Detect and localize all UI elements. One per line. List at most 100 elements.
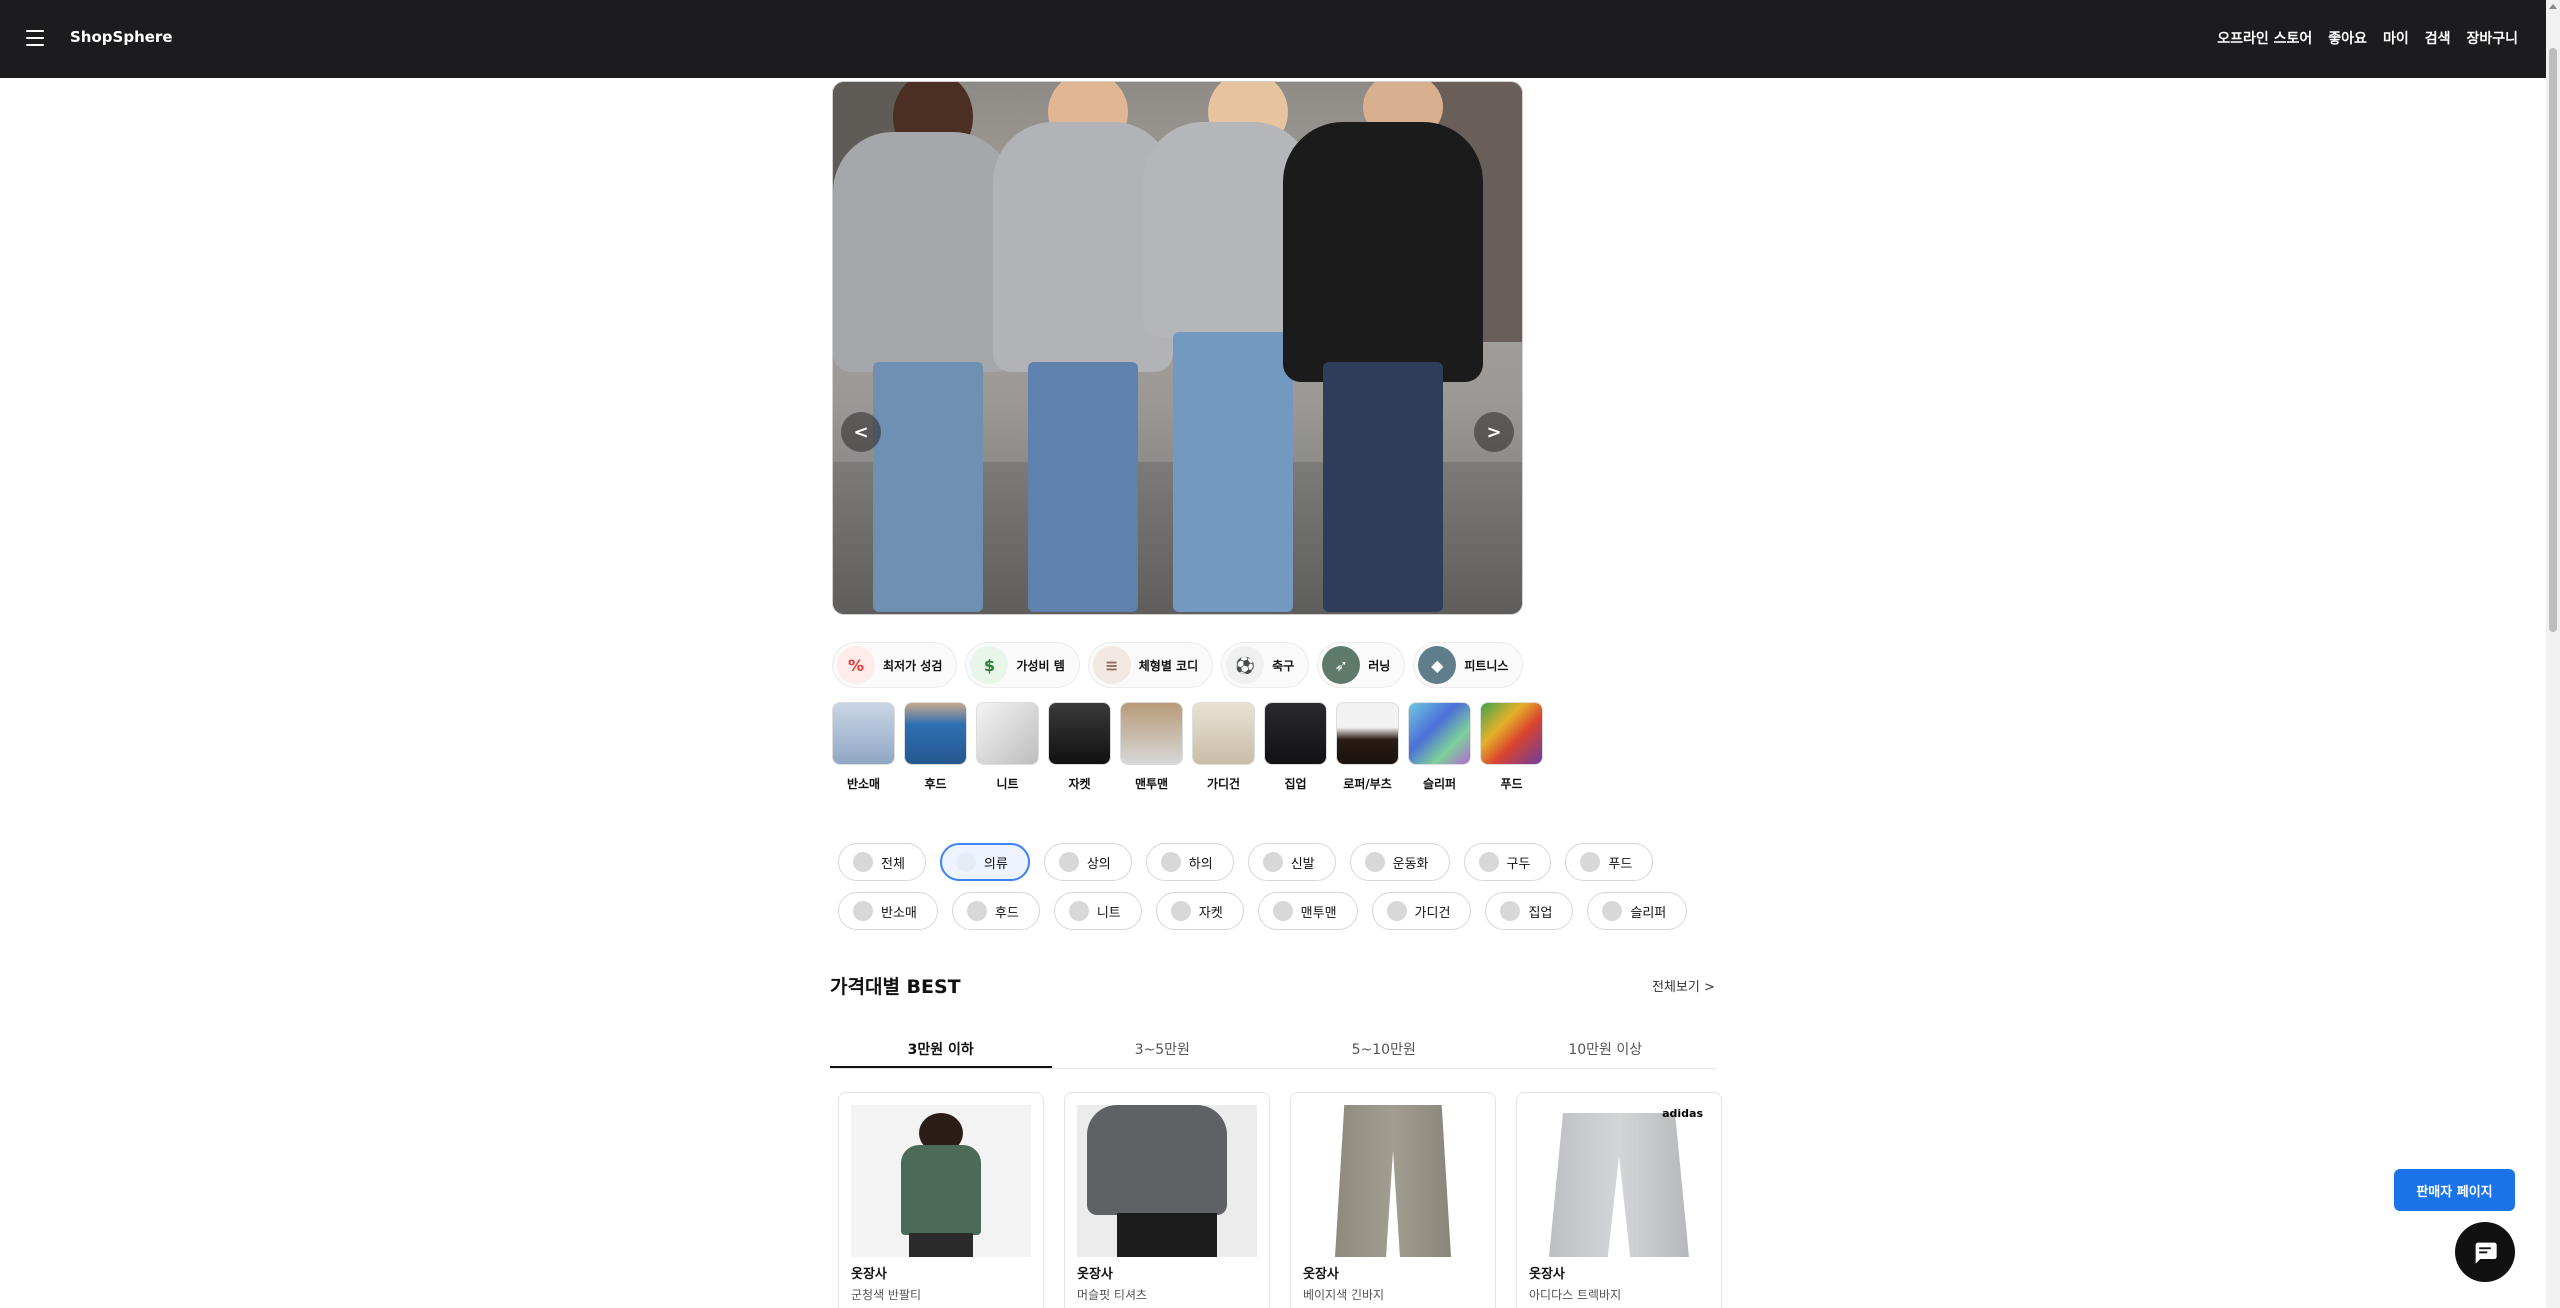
category-tile-loafer-boots[interactable]: 로퍼/부츠 — [1336, 702, 1399, 792]
filter-pill-hood[interactable]: 후드 — [951, 892, 1040, 930]
chat-bubble-icon — [2475, 1242, 2497, 1264]
category-thumbnail — [1336, 702, 1399, 765]
hero-banner[interactable]: < > — [832, 81, 1523, 615]
category-label: 반소매 — [846, 777, 881, 791]
category-tile-jacket[interactable]: 자켓 — [1048, 702, 1111, 792]
category-tile-short-sleeve[interactable]: 반소매 — [832, 702, 895, 792]
tab-50k-100k[interactable]: 5~10만원 — [1273, 1027, 1495, 1068]
product-grid: 옷장사 군청색 반팔티 옷장사 머슬핏 티셔츠 옷장사 베이지색 긴바지 adi… — [838, 1092, 1722, 1308]
category-tile-knit[interactable]: 니트 — [976, 702, 1039, 792]
price-range-tabs: 3만원 이하 3~5만원 5~10만원 10만원 이상 — [830, 1027, 1716, 1069]
pill-dot-icon — [1602, 901, 1623, 921]
category-label: 후드 — [924, 777, 947, 791]
page-scrollbar[interactable] — [2546, 0, 2560, 1308]
filter-pill-dress-shoes[interactable]: 구두 — [1463, 843, 1552, 881]
pill-dot-icon — [1160, 852, 1181, 872]
theme-chip-soccer[interactable]: ⚽ 축구 — [1221, 642, 1310, 688]
view-all-link[interactable]: 전체보기 > — [1652, 976, 1715, 995]
filter-pill-bottoms[interactable]: 하의 — [1145, 843, 1234, 881]
filter-pill-short-sleeve[interactable]: 반소매 — [838, 892, 938, 930]
filter-pill-jacket[interactable]: 자켓 — [1155, 892, 1244, 930]
filter-pill-cardigan[interactable]: 가디건 — [1371, 892, 1472, 930]
filter-pill-label: 니트 — [1096, 905, 1121, 921]
product-card[interactable]: 옷장사 머슬핏 티셔츠 — [1064, 1092, 1270, 1308]
pill-dot-icon — [1364, 852, 1385, 872]
tab-over-100k[interactable]: 10만원 이상 — [1495, 1027, 1717, 1068]
category-tile-slipper[interactable]: 슬리퍼 — [1408, 702, 1471, 792]
category-thumbnail — [1120, 702, 1183, 765]
product-name: 아디다스 트렉바지 — [1529, 1288, 1622, 1302]
nav-likes[interactable]: 좋아요 — [2328, 28, 2367, 48]
running-icon: ➶ — [1322, 646, 1361, 684]
filter-pill-shoes[interactable]: 신발 — [1247, 843, 1336, 881]
category-label: 맨투맨 — [1134, 777, 1169, 791]
pill-dot-icon — [1500, 901, 1521, 921]
category-tile-cardigan[interactable]: 가디건 — [1192, 702, 1255, 792]
product-brand: 옷장사 — [1303, 1267, 1339, 1282]
product-brand: 옷장사 — [1529, 1267, 1565, 1282]
category-label: 자켓 — [1068, 777, 1091, 791]
chat-icon[interactable] — [2455, 1222, 2515, 1282]
theme-chip-running[interactable]: ➶ 러닝 — [1317, 642, 1406, 688]
filter-pill-sneakers[interactable]: 운동화 — [1349, 843, 1450, 881]
category-label: 가디건 — [1206, 777, 1241, 791]
tab-30k-50k[interactable]: 3~5만원 — [1052, 1027, 1274, 1068]
hero-prev-button[interactable]: < — [841, 412, 881, 452]
nav-cart[interactable]: 장바구니 — [2466, 28, 2518, 48]
theme-chip-body-type-coordi[interactable]: ≡ 체형별 코디 — [1087, 642, 1214, 688]
filter-pill-clothing[interactable]: 의류 — [939, 843, 1030, 881]
category-label: 슬리퍼 — [1422, 777, 1457, 791]
product-name: 베이지색 긴바지 — [1303, 1288, 1385, 1302]
product-card[interactable]: 옷장사 베이지색 긴바지 — [1290, 1092, 1496, 1308]
theme-chip-label: 피트니스 — [1464, 658, 1509, 673]
product-card[interactable]: adidas 옷장사 아디다스 트렉바지 — [1516, 1092, 1722, 1308]
product-card[interactable]: 옷장사 군청색 반팔티 — [838, 1092, 1044, 1308]
category-tile-hood[interactable]: 후드 — [904, 702, 967, 792]
filter-pill-label: 운동화 — [1392, 856, 1429, 872]
brand-logo[interactable]: ShopSphere — [70, 28, 173, 46]
category-thumbnail — [1264, 702, 1327, 765]
filter-pill-all[interactable]: 전체 — [838, 843, 926, 881]
pill-dot-icon — [1068, 901, 1089, 921]
category-label: 푸드 — [1500, 777, 1523, 791]
product-brand: 옷장사 — [851, 1267, 887, 1282]
filter-pill-label: 상의 — [1086, 856, 1111, 872]
category-thumbnail — [1048, 702, 1111, 765]
product-image: adidas — [1529, 1105, 1709, 1257]
filter-pill-label: 맨투맨 — [1300, 905, 1337, 921]
filter-pill-label: 집업 — [1528, 905, 1553, 921]
scroll-thumb[interactable] — [2549, 48, 2557, 632]
filter-pill-label: 구두 — [1506, 856, 1531, 872]
pill-dot-icon — [966, 901, 987, 921]
filter-pill-food[interactable]: 푸드 — [1565, 843, 1654, 881]
fitness-icon: ◆ — [1418, 646, 1457, 684]
filter-pill-knit[interactable]: 니트 — [1053, 892, 1142, 930]
category-label: 니트 — [996, 777, 1019, 791]
hero-next-button[interactable]: > — [1474, 412, 1514, 452]
theme-chip-label: 체형별 코디 — [1138, 658, 1199, 673]
theme-chip-row: % 최저가 성검 $ 가성비 템 ≡ 체형별 코디 ⚽ 축구 ➶ 러닝 ◆ 피트… — [832, 642, 1524, 688]
category-tile-sweatshirt[interactable]: 맨투맨 — [1120, 702, 1183, 792]
menu-icon[interactable] — [26, 30, 44, 46]
filter-pill-slipper[interactable]: 슬리퍼 — [1587, 892, 1688, 930]
category-tile-zipup[interactable]: 집업 — [1264, 702, 1327, 792]
theme-chip-fitness[interactable]: ◆ 피트니스 — [1413, 642, 1524, 688]
theme-chip-label: 최저가 성검 — [883, 658, 943, 673]
nav-offline-store[interactable]: 오프라인 스토어 — [2217, 28, 2312, 48]
scroll-up-arrow-icon[interactable] — [2549, 4, 2557, 9]
tab-under-30k[interactable]: 3만원 이하 — [830, 1027, 1052, 1068]
seller-page-button[interactable]: 판매자 페이지 — [2394, 1169, 2515, 1211]
theme-chip-lowest-price[interactable]: % 최저가 성검 — [832, 642, 958, 688]
category-thumbnail — [904, 702, 967, 765]
pill-dot-icon — [1058, 852, 1079, 872]
filter-pill-label: 반소매 — [881, 905, 917, 921]
filter-pill-zipup[interactable]: 집업 — [1485, 892, 1574, 930]
pill-dot-icon — [1272, 901, 1293, 921]
theme-chip-value-items[interactable]: $ 가성비 템 — [965, 642, 1080, 688]
category-tile-food[interactable]: 푸드 — [1480, 702, 1543, 792]
filter-pill-sweatshirt[interactable]: 맨투맨 — [1257, 892, 1358, 930]
nav-my[interactable]: 마이 — [2383, 28, 2409, 48]
filter-pill-row-2: 반소매 후드 니트 자켓 맨투맨 가디건 집업 슬리퍼 — [838, 892, 1688, 930]
nav-search[interactable]: 검색 — [2425, 28, 2451, 48]
filter-pill-tops[interactable]: 상의 — [1043, 843, 1132, 881]
